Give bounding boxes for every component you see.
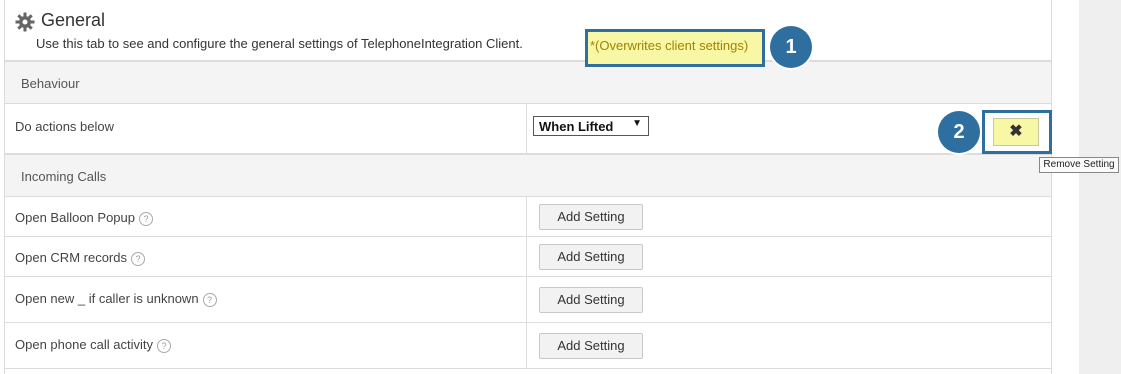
remove-setting-button[interactable]: ✖ xyxy=(993,118,1039,146)
do-actions-select[interactable]: When Lifted ▼ xyxy=(533,116,649,136)
cell-divider xyxy=(526,277,527,322)
setting-label: Open new _ if caller is unknown xyxy=(15,291,199,306)
callout-badge-2: 2 xyxy=(938,111,980,153)
page-description: Use this tab to see and configure the ge… xyxy=(36,36,523,51)
callout-badge-1: 1 xyxy=(770,26,812,68)
settings-panel: General Use this tab to see and configur… xyxy=(4,0,1052,374)
right-gutter xyxy=(1079,0,1121,374)
add-setting-button[interactable]: Add Setting xyxy=(539,204,643,230)
overwrite-note: *(Overwrites client settings) xyxy=(590,38,749,53)
setting-label: Open Balloon Popup xyxy=(15,210,135,225)
question-circle-icon[interactable]: ? xyxy=(202,292,217,307)
page-header: General Use this tab to see and configur… xyxy=(5,0,1051,61)
overwrite-note-highlight: *(Overwrites client settings) xyxy=(585,29,765,67)
setting-row-do-actions: Do actions below xyxy=(5,104,1051,154)
question-circle-icon[interactable]: ? xyxy=(130,251,145,266)
setting-row-caller-unknown: Open new _ if caller is unknown? Add Set… xyxy=(5,277,1051,323)
cell-divider xyxy=(526,197,527,236)
page-title: General xyxy=(41,10,106,30)
section-incoming-calls: Incoming Calls xyxy=(5,154,1051,197)
select-value: When Lifted xyxy=(539,119,614,134)
question-circle-icon[interactable]: ? xyxy=(138,211,153,226)
close-icon: ✖ xyxy=(1009,123,1023,140)
setting-row-balloon-popup: Open Balloon Popup? Add Setting xyxy=(5,197,1051,237)
remove-setting-highlight: ✖ xyxy=(982,110,1052,154)
setting-label: Open CRM records xyxy=(15,250,127,265)
section-title: Behaviour xyxy=(21,76,80,91)
setting-label: Do actions below xyxy=(15,119,114,134)
chevron-down-icon: ▼ xyxy=(632,118,642,129)
cell-divider xyxy=(526,237,527,276)
add-setting-button[interactable]: Add Setting xyxy=(539,287,643,313)
add-setting-button[interactable]: Add Setting xyxy=(539,333,643,359)
remove-setting-tooltip: Remove Setting xyxy=(1039,157,1119,173)
question-circle-icon[interactable]: ? xyxy=(157,338,172,353)
setting-row-phone-call-activity: Open phone call activity? Add Setting xyxy=(5,323,1051,369)
setting-label: Open phone call activity xyxy=(15,337,154,352)
gear-icon xyxy=(15,12,35,32)
section-behaviour: Behaviour xyxy=(5,61,1051,104)
add-setting-button[interactable]: Add Setting xyxy=(539,244,643,270)
cell-divider xyxy=(526,104,527,153)
setting-row-crm-records: Open CRM records? Add Setting xyxy=(5,237,1051,277)
cell-divider xyxy=(526,323,527,368)
section-title: Incoming Calls xyxy=(21,169,107,184)
